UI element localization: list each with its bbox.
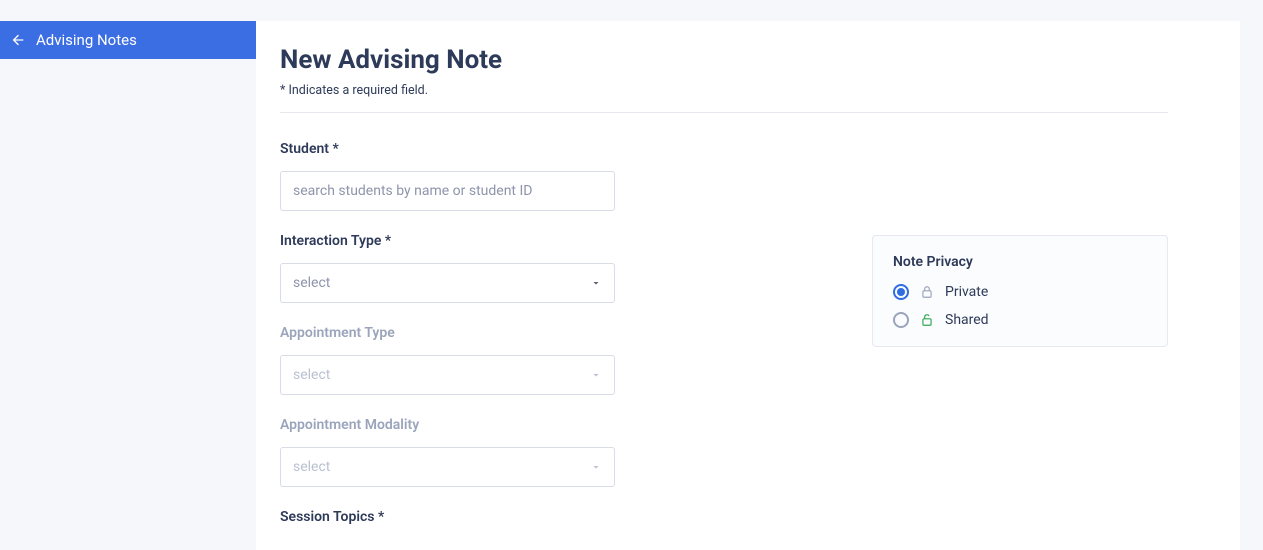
top-bar	[0, 0, 1263, 21]
caret-down-icon	[590, 277, 602, 289]
page-title: New Advising Note	[280, 45, 1168, 75]
content-outer: New Advising Note * Indicates a required…	[256, 21, 1263, 550]
student-search-input[interactable]	[293, 172, 602, 210]
caret-down-icon	[590, 369, 602, 381]
appointment-type-field-group: Appointment Type select	[280, 325, 770, 395]
appointment-modality-select[interactable]: select	[280, 447, 615, 487]
form-col-right: Note Privacy Private	[872, 233, 1168, 347]
sidebar-back-advising-notes[interactable]: Advising Notes	[0, 21, 256, 59]
radio-icon	[893, 284, 909, 300]
sidebar: Advising Notes	[0, 21, 256, 550]
note-privacy-panel: Note Privacy Private	[872, 235, 1168, 347]
interaction-type-value: select	[293, 275, 330, 291]
privacy-private-label: Private	[945, 284, 988, 300]
appointment-modality-label: Appointment Modality	[280, 417, 770, 433]
note-privacy-title: Note Privacy	[893, 254, 1147, 270]
appointment-modality-value: select	[293, 459, 330, 475]
lock-closed-icon	[919, 284, 935, 300]
appointment-type-select[interactable]: select	[280, 355, 615, 395]
required-field-note: * Indicates a required field.	[280, 83, 1168, 98]
arrow-left-icon	[10, 32, 26, 48]
student-search-input-wrapper[interactable]	[280, 171, 615, 211]
appointment-type-label: Appointment Type	[280, 325, 770, 341]
privacy-option-private[interactable]: Private	[893, 284, 1147, 300]
student-label: Student *	[280, 141, 1168, 157]
interaction-type-select[interactable]: select	[280, 263, 615, 303]
appointment-type-value: select	[293, 367, 330, 383]
privacy-shared-label: Shared	[945, 312, 989, 328]
interaction-type-field-group: Interaction Type * select	[280, 233, 770, 303]
session-topics-field-group: Session Topics *	[280, 509, 770, 525]
lock-open-icon	[919, 312, 935, 328]
layout: Advising Notes New Advising Note * Indic…	[0, 21, 1263, 550]
interaction-type-label: Interaction Type *	[280, 233, 770, 249]
appointment-modality-field-group: Appointment Modality select	[280, 417, 770, 487]
form-row: Interaction Type * select Appointment Ty…	[280, 233, 1168, 539]
form-col-left: Interaction Type * select Appointment Ty…	[280, 233, 770, 539]
privacy-option-shared[interactable]: Shared	[893, 312, 1147, 328]
caret-down-icon	[590, 461, 602, 473]
divider	[280, 112, 1168, 113]
content: New Advising Note * Indicates a required…	[256, 21, 1240, 550]
sidebar-back-label: Advising Notes	[36, 31, 137, 49]
student-field-group: Student *	[280, 141, 1168, 211]
radio-icon	[893, 312, 909, 328]
session-topics-label: Session Topics *	[280, 509, 770, 525]
